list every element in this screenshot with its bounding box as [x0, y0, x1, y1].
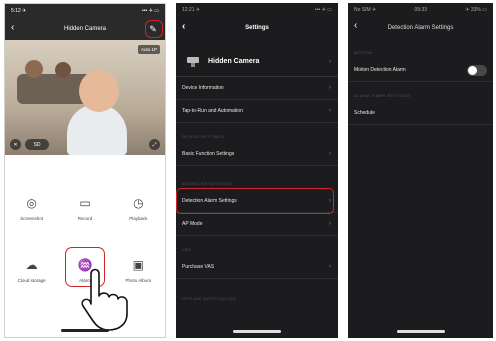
cloud-storage-button[interactable]: ☁ Cloud storage: [5, 239, 58, 301]
section-header: VAS: [182, 247, 191, 252]
chevron-right-icon: ›: [329, 151, 331, 157]
sd-button[interactable]: SD: [25, 139, 49, 150]
status-icons: ••• ✈ ▭: [142, 8, 159, 14]
action-label: Playback: [129, 215, 148, 221]
resolution-badge[interactable]: Auto 1P: [137, 45, 160, 54]
section-header: MOTION: [354, 50, 373, 55]
detection-alarm-screen: No SIM ✈ 09:33 ✈ 33% ▭ ‹ Detection Alarm…: [348, 3, 493, 338]
settings-row-tap-to-run[interactable]: Tap-to-Run and Automation ›: [176, 100, 338, 123]
status-bar: No SIM ✈ 09:33 ✈ 33% ▭: [348, 3, 493, 17]
settings-screen: 12:21 ✈ ••• ✈ ▭ ‹ Settings Hidden Camera…: [176, 3, 338, 338]
device-name: Hidden Camera: [208, 58, 260, 65]
status-time: 12:21 ✈: [182, 7, 201, 13]
camera-icon: ◎: [26, 195, 37, 210]
nav-bar: ‹ Settings: [176, 17, 338, 39]
playback-icon: ◷: [133, 195, 144, 210]
row-label: Purchase VAS: [182, 264, 215, 270]
nav-bar: ‹ Detection Alarm Settings: [348, 17, 493, 39]
settings-row-ap-mode[interactable]: AP Mode ›: [176, 213, 338, 236]
status-time: 09:33: [414, 7, 428, 13]
live-video-view[interactable]: Auto 1P ✕ SD ⤢: [5, 40, 165, 155]
home-indicator: [61, 329, 109, 332]
back-icon[interactable]: ‹: [182, 21, 185, 32]
camera-screen: 5:12 ✈ ••• ✈ ▭ ‹ Hidden Camera ✎ Auto 1P…: [4, 3, 166, 338]
home-indicator: [233, 330, 281, 333]
detection-alarm-highlight-ring: [176, 188, 334, 214]
record-button[interactable]: ▭ Record: [58, 177, 111, 239]
row-label: Basic Function Settings: [182, 151, 235, 157]
page-title: Hidden Camera: [63, 26, 107, 32]
settings-row-schedule[interactable]: Schedule: [348, 102, 493, 125]
motion-detection-toggle[interactable]: [467, 65, 487, 76]
toggle-knob: [468, 66, 477, 75]
video-person: [25, 60, 43, 78]
nav-bar: ‹ Hidden Camera ✎: [5, 18, 165, 40]
settings-row-detection-alarm[interactable]: Detection Alarm Settings ›: [176, 188, 338, 214]
action-label: Cloud storage: [17, 277, 46, 283]
status-time: 5:12 ✈: [11, 8, 27, 14]
mute-button[interactable]: ✕: [10, 139, 21, 150]
row-label: AP Mode: [182, 221, 203, 227]
video-icon: ▭: [79, 195, 91, 210]
settings-row-motion-detection: Motion Detection Alarm: [348, 59, 493, 82]
action-label: Record: [77, 215, 93, 221]
back-icon[interactable]: ‹: [11, 22, 14, 33]
video-person: [55, 62, 71, 78]
settings-row-device-information[interactable]: Device Information ›: [176, 77, 338, 100]
row-label: Schedule: [354, 110, 375, 116]
camera-device-icon: [187, 56, 199, 67]
row-label: Motion Detection Alarm: [354, 67, 406, 73]
section-header: DEVICE SETTINGS: [182, 134, 225, 139]
action-label: Screenshot: [20, 215, 44, 221]
settings-row-basic-function[interactable]: Basic Function Settings ›: [176, 143, 338, 166]
section-header: ADVANCED SETTINGS: [182, 181, 232, 186]
fullscreen-button[interactable]: ⤢: [149, 139, 160, 150]
chevron-right-icon: ›: [329, 85, 331, 91]
section-header: OFFLINE NOTIFICATION: [182, 296, 236, 301]
video-baby-head: [79, 70, 119, 112]
row-label: Device Information: [182, 85, 224, 91]
status-bar: 5:12 ✈ ••• ✈ ▭: [5, 4, 165, 18]
status-bar: 12:21 ✈ ••• ✈ ▭: [176, 3, 338, 17]
status-icons: ✈ 33% ▭: [465, 7, 487, 13]
device-header[interactable]: Hidden Camera ›: [176, 47, 338, 77]
row-label: Tap-to-Run and Automation: [182, 108, 243, 114]
page-title: Settings: [245, 25, 269, 31]
chevron-right-icon: ›: [329, 58, 331, 65]
status-carrier: No SIM ✈: [354, 7, 377, 13]
chevron-right-icon: ›: [329, 198, 331, 204]
pointing-hand-icon: [81, 268, 128, 331]
home-indicator: [396, 330, 445, 333]
chevron-right-icon: ›: [329, 264, 331, 270]
chevron-right-icon: ›: [329, 108, 331, 114]
chevron-right-icon: ›: [329, 221, 331, 227]
settings-row-purchase-vas[interactable]: Purchase VAS ›: [176, 256, 338, 279]
status-icons: ••• ✈ ▭: [315, 7, 332, 13]
edit-highlight-ring: [145, 20, 163, 38]
section-header: ALARM TIMER SETTINGS: [354, 93, 411, 98]
page-title: Detection Alarm Settings: [387, 25, 454, 31]
cloud-icon: ☁: [25, 257, 38, 272]
playback-button[interactable]: ◷ Playback: [112, 177, 165, 239]
back-icon[interactable]: ‹: [354, 20, 357, 31]
screenshot-button[interactable]: ◎ Screenshot: [5, 177, 58, 239]
